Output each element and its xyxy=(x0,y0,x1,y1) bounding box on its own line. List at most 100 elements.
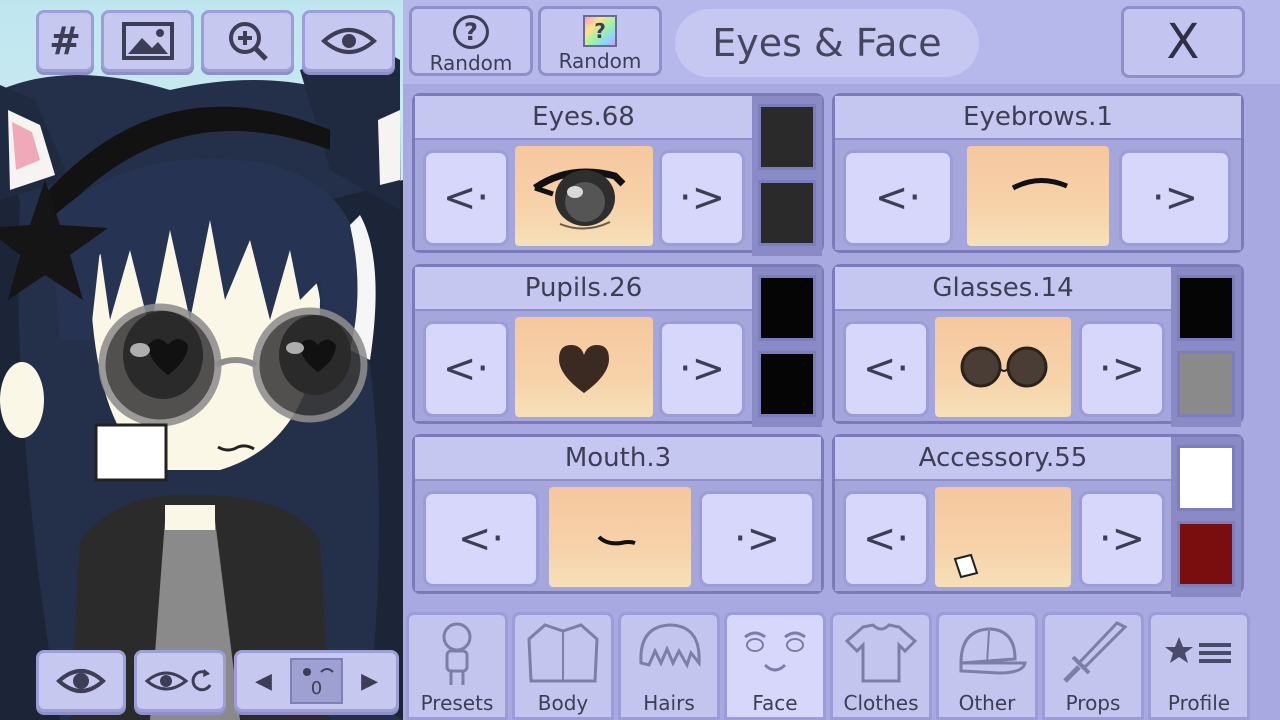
glasses-color-2-swatch[interactable] xyxy=(1177,351,1235,417)
feature-label: Pupils.26 xyxy=(415,267,752,311)
tab-props[interactable]: Props xyxy=(1042,612,1144,720)
glasses-prev-button[interactable]: <· xyxy=(843,321,929,417)
mouth-next-button[interactable]: ·> xyxy=(699,491,815,587)
close-button[interactable]: X xyxy=(1121,6,1245,78)
background-image-button[interactable] xyxy=(101,10,194,72)
visibility-button[interactable] xyxy=(302,10,395,72)
tab-clothes[interactable]: Clothes xyxy=(830,612,932,720)
eyebrows-preview xyxy=(967,146,1109,246)
eyes-next-button[interactable]: ·> xyxy=(659,150,745,246)
eyebrows-next-button[interactable]: ·> xyxy=(1119,150,1231,246)
eye-icon xyxy=(56,669,106,693)
pupils-prev-button[interactable]: <· xyxy=(423,321,509,417)
mouth-preview xyxy=(549,487,691,587)
tab-profile[interactable]: Profile xyxy=(1148,612,1250,720)
glasses-color-1-swatch[interactable] xyxy=(1177,275,1235,341)
eyes-prev-button[interactable]: <· xyxy=(423,150,509,246)
eyes-color-1-swatch[interactable] xyxy=(758,104,816,170)
category-tabs: Presets Body Hairs Face Clothes Other Pr… xyxy=(403,604,1280,720)
accessory-preview xyxy=(935,487,1071,587)
pose-next-arrow-icon[interactable]: ▶ xyxy=(361,669,378,694)
accessory-color-2-swatch[interactable] xyxy=(1177,521,1235,587)
pupils-next-button[interactable]: ·> xyxy=(659,321,745,417)
pupils-color-2-swatch[interactable] xyxy=(758,351,816,417)
zoom-in-icon xyxy=(228,22,268,61)
random-color-button[interactable]: ? Random xyxy=(538,6,662,76)
pupils-color-1-swatch[interactable] xyxy=(758,275,816,341)
tab-label: Profile xyxy=(1167,691,1231,715)
hide-ui-button[interactable] xyxy=(36,650,126,712)
eyes-color-swatches xyxy=(752,96,822,256)
face-icon xyxy=(744,631,806,672)
tab-label: Other xyxy=(958,691,1016,715)
pose-number: 0 xyxy=(310,678,323,699)
accessory-color-1-swatch[interactable] xyxy=(1177,445,1235,511)
eyes-preview xyxy=(515,146,653,246)
feature-label: Accessory.55 xyxy=(835,437,1171,481)
tab-other[interactable]: Other xyxy=(936,612,1038,720)
feature-label: Eyes.68 xyxy=(415,96,752,140)
pose-display: 0 xyxy=(289,658,344,704)
glasses-next-button[interactable]: ·> xyxy=(1079,321,1165,417)
panel-header: ? Random ? Random Eyes & Face X xyxy=(403,0,1280,84)
feature-accessory: Accessory.55 <· ·> xyxy=(832,434,1244,597)
feature-mouth: Mouth.3 <· ·> xyxy=(412,434,824,594)
feature-label: Eyebrows.1 xyxy=(835,96,1241,140)
tab-label: Clothes xyxy=(843,691,919,715)
eyebrows-prev-button[interactable]: <· xyxy=(843,150,953,246)
tab-label: Hairs xyxy=(643,691,695,715)
feature-eyebrows: Eyebrows.1 <· ·> xyxy=(832,93,1244,253)
accessory-prev-button[interactable]: <· xyxy=(843,491,929,587)
pupils-preview xyxy=(515,317,653,417)
feature-glasses: Glasses.14 <· ·> xyxy=(832,264,1244,427)
eyebrow-style-icon xyxy=(1011,178,1068,191)
tab-face[interactable]: Face xyxy=(724,612,826,720)
sword-icon xyxy=(1063,621,1128,683)
editor-panel: ? Random ? Random Eyes & Face X Eyes.68 … xyxy=(403,0,1280,720)
glasses-preview xyxy=(935,317,1071,417)
eye-reset-icon xyxy=(144,669,212,692)
shirt-icon xyxy=(844,623,918,683)
mouth-prev-button[interactable]: <· xyxy=(423,491,539,587)
accessory-style-icon xyxy=(953,553,979,579)
accessory-color-swatches xyxy=(1171,437,1241,597)
tab-hairs[interactable]: Hairs xyxy=(618,612,720,720)
star-list-icon xyxy=(1165,637,1231,663)
section-title: Eyes & Face xyxy=(675,9,979,77)
accessory-next-button[interactable]: ·> xyxy=(1079,491,1165,587)
body-jacket-icon xyxy=(527,623,599,683)
hair-icon xyxy=(639,623,701,669)
rainbow-question-icon: ? xyxy=(583,15,617,47)
eyes-color-2-swatch[interactable] xyxy=(758,180,816,246)
hash-button[interactable]: # xyxy=(36,10,94,72)
pose-prev-arrow-icon[interactable]: ◀ xyxy=(255,669,272,694)
question-icon: ? xyxy=(453,15,489,49)
pupils-color-swatches xyxy=(752,267,822,427)
feature-eyes: Eyes.68 <· ·> xyxy=(412,93,824,256)
heart-pupil-icon xyxy=(559,345,609,393)
tab-presets[interactable]: Presets xyxy=(406,612,508,720)
mouth-style-icon xyxy=(597,535,636,546)
tab-body[interactable]: Body xyxy=(512,612,614,720)
feature-label: Mouth.3 xyxy=(415,437,821,481)
cap-icon xyxy=(959,627,1027,675)
feature-label: Glasses.14 xyxy=(835,267,1171,311)
feature-pupils: Pupils.26 <· ·> xyxy=(412,264,824,427)
tab-label: Face xyxy=(752,691,798,715)
image-icon xyxy=(121,22,174,60)
zoom-button[interactable] xyxy=(201,10,294,72)
glasses-color-swatches xyxy=(1171,267,1241,427)
random-all-button[interactable]: ? Random xyxy=(409,6,533,76)
random-color-label: Random xyxy=(558,49,642,73)
hash-label: # xyxy=(49,19,81,63)
tab-label: Props xyxy=(1065,691,1121,715)
reset-view-button[interactable] xyxy=(134,650,226,712)
tab-label: Body xyxy=(537,691,589,715)
random-all-label: Random xyxy=(429,51,513,75)
preset-figure-icon xyxy=(442,622,472,685)
pose-selector[interactable]: ◀ 0 ▶ xyxy=(234,650,399,712)
glasses-style-icon xyxy=(960,346,1048,388)
character-illustration xyxy=(0,52,403,720)
character-preview: # ◀ 0 ▶ xyxy=(0,0,403,720)
eye-icon xyxy=(320,28,377,54)
